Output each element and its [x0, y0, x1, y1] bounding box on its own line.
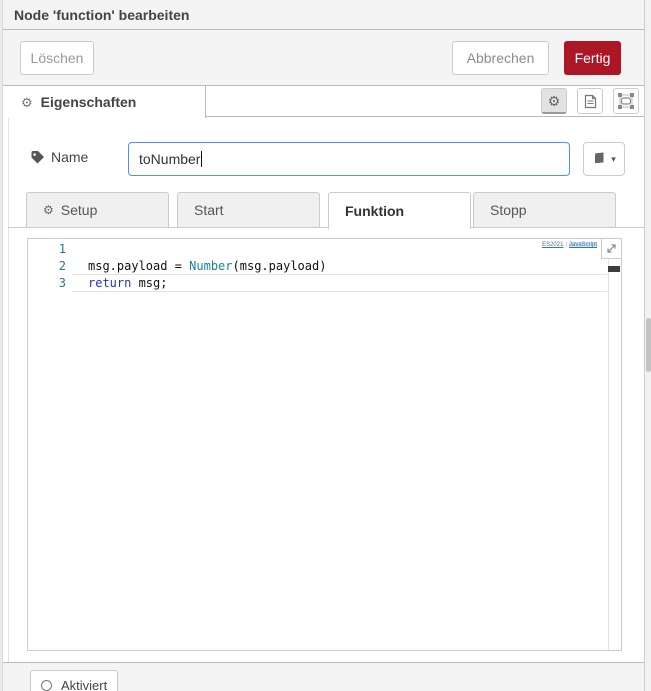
- editor-meta-link-left[interactable]: ES2021: [542, 242, 563, 248]
- enabled-label: Aktiviert: [61, 678, 107, 691]
- properties-tab-row: ⚙ Eigenschaften ⚙: [3, 86, 644, 117]
- delete-button[interactable]: Löschen: [20, 41, 94, 75]
- tab-funktion[interactable]: Funktion: [328, 192, 471, 229]
- book-icon: [592, 152, 607, 166]
- panel-scrollbar[interactable]: [644, 0, 651, 691]
- code-text: return msg;: [72, 275, 607, 292]
- tab-stopp-label: Stopp: [490, 202, 527, 218]
- expand-icon: [606, 243, 617, 254]
- dialog-header: Node 'function' bearbeiten: [3, 0, 644, 30]
- code-line[interactable]: 3return msg;: [28, 275, 621, 292]
- line-number: 3: [28, 275, 72, 292]
- editor-meta-links: ES2021 | JavaScript: [542, 242, 597, 248]
- tab-properties[interactable]: ⚙ Eigenschaften: [3, 86, 206, 118]
- editor-scroll-cursor-mark: [608, 266, 620, 272]
- dialog-footer: Aktiviert: [3, 662, 644, 691]
- gear-icon: ⚙: [43, 204, 54, 216]
- line-number: 2: [28, 258, 72, 275]
- editor-meta-link-right[interactable]: JavaScript: [569, 242, 597, 248]
- name-row: Name toNumber ▾: [8, 140, 644, 180]
- code-line[interactable]: 2msg.payload = Number(msg.payload): [28, 258, 621, 275]
- circle-icon: [41, 680, 52, 691]
- tab-stopp[interactable]: Stopp: [473, 192, 616, 227]
- dialog-button-bar: Löschen Abbrechen Fertig: [3, 30, 644, 86]
- tab-funktion-label: Funktion: [345, 203, 404, 219]
- text-cursor: [201, 151, 202, 167]
- code-text: [72, 241, 607, 258]
- node-edit-dialog: Node 'function' bearbeiten Löschen Abbre…: [0, 0, 651, 691]
- expand-editor-button[interactable]: [601, 239, 621, 259]
- enabled-toggle-button[interactable]: Aktiviert: [30, 670, 118, 691]
- done-button[interactable]: Fertig: [564, 41, 621, 75]
- tabs-underline: [8, 227, 644, 228]
- tab-start-label: Start: [194, 202, 224, 218]
- library-dropdown-button[interactable]: ▾: [583, 142, 625, 176]
- chevron-down-icon: ▾: [611, 154, 616, 165]
- properties-tab-label: Eigenschaften: [41, 94, 137, 110]
- gear-icon: ⚙: [21, 96, 33, 109]
- name-input-value: toNumber: [139, 151, 200, 167]
- dialog-title: Node 'function' bearbeiten: [3, 0, 644, 30]
- name-label: Name: [51, 149, 88, 165]
- cancel-button[interactable]: Abbrechen: [452, 41, 549, 75]
- meta-separator: |: [565, 242, 567, 248]
- editor-scrollbar[interactable]: [608, 259, 621, 650]
- document-icon: [584, 94, 597, 109]
- code-editor[interactable]: 12msg.payload = Number(msg.payload)3retu…: [27, 238, 622, 651]
- properties-view-button[interactable]: ⚙: [541, 88, 567, 114]
- name-input[interactable]: toNumber: [128, 142, 570, 176]
- code-line[interactable]: 1: [28, 241, 621, 258]
- code-lines: 12msg.payload = Number(msg.payload)3retu…: [28, 241, 621, 292]
- tab-setup[interactable]: ⚙ Setup: [26, 192, 169, 227]
- tab-setup-label: Setup: [61, 202, 98, 218]
- line-number: 1: [28, 241, 72, 258]
- gear-icon: ⚙: [548, 94, 561, 108]
- tag-icon: [30, 150, 45, 165]
- appearance-view-button[interactable]: [613, 88, 639, 114]
- code-text: msg.payload = Number(msg.payload): [72, 258, 607, 275]
- tab-start[interactable]: Start: [177, 192, 320, 227]
- panel-scrollbar-thumb[interactable]: [646, 318, 651, 372]
- appearance-icon: [618, 93, 634, 109]
- description-view-button[interactable]: [577, 88, 603, 114]
- function-tabs: ⚙ Setup Start Funktion Stopp: [8, 192, 644, 228]
